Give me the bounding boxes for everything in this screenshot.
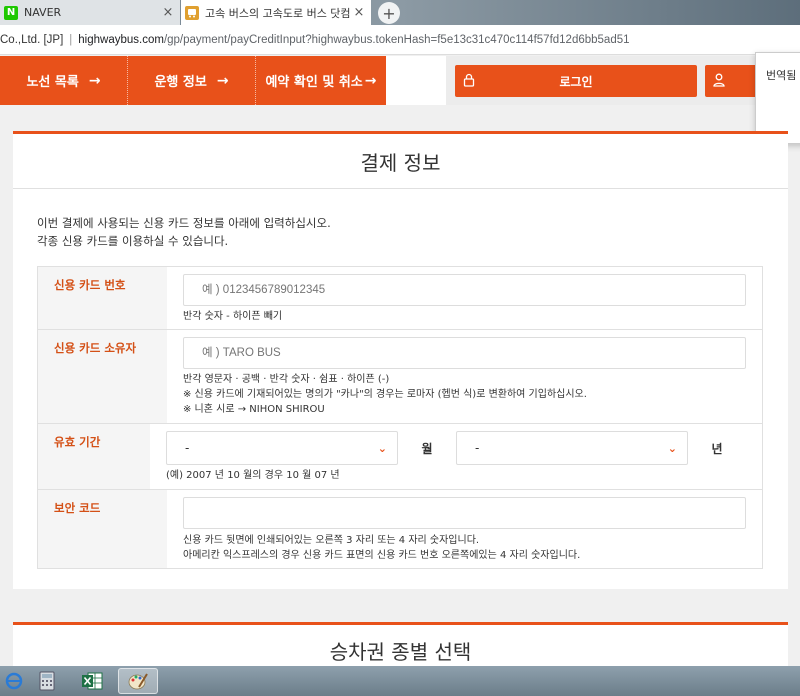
card-number-label: 신용 카드 번호: [38, 267, 167, 329]
calculator-icon[interactable]: [33, 668, 61, 694]
card-holder-example: ※ 니혼 시로 → NIHON SHIROU: [183, 404, 325, 415]
arrow-right-icon: →: [364, 72, 377, 89]
chevron-down-icon: ⌄: [377, 441, 387, 455]
security-code-amex-hint: 아메리칸 익스프레스의 경우 신용 카드 표면의 신용 카드 번호 오른쪽에있는…: [183, 550, 581, 561]
url-text[interactable]: highwaybus.com/gp/payment/payCreditInput…: [78, 34, 629, 46]
nav-label: 예약 확인 및 취소: [265, 75, 363, 90]
expiry-month-select[interactable]: - ⌄: [166, 431, 398, 465]
security-code-input[interactable]: [183, 497, 746, 529]
chevron-down-icon: ⌄: [667, 441, 677, 455]
url-path: /gp/payment/payCreditInput?highwaybus.to…: [163, 33, 630, 46]
card-number-input[interactable]: [183, 274, 746, 306]
nav-reservation-check[interactable]: 예약 확인 및 취소 →: [256, 56, 386, 105]
bus-favicon-icon: [185, 5, 199, 20]
intro-line: 각종 신용 카드를 이용하실 수 있습니다.: [37, 234, 229, 248]
payment-info-card: 결제 정보 이번 결제에 사용되는 신용 카드 정보를 아래에 입력하십시오. …: [13, 131, 788, 589]
user-icon: [713, 73, 725, 87]
expiry-month-value: -: [185, 441, 190, 455]
expiry-year-select[interactable]: - ⌄: [456, 431, 688, 465]
row-security-code: 보안 코드 신용 카드 뒷면에 인쇄되어있는 오른쪽 3 자리 또는 4 자리 …: [38, 490, 762, 568]
expiry-year-value: -: [475, 441, 480, 455]
row-card-holder: 신용 카드 소유자 반각 영문자 · 공백 · 반각 숫자 · 쉼표 · 하이픈…: [38, 330, 762, 424]
address-separator: |: [69, 33, 73, 46]
month-unit: 월: [421, 441, 433, 456]
login-button[interactable]: 로그인: [455, 65, 697, 97]
paint-icon[interactable]: [118, 668, 158, 694]
nav-service-info[interactable]: 운행 정보 →: [128, 56, 256, 105]
expiry-hint: (예) 2007 년 10 월의 경우 10 월 07 년: [166, 470, 340, 481]
credit-card-form: 신용 카드 번호 반각 숫자 - 하이픈 빼기 신용 카드 소유자 반각 영문자…: [37, 266, 763, 569]
intro-line: 이번 결제에 사용되는 신용 카드 정보를 아래에 입력하십시오.: [37, 216, 331, 230]
nav-label: 운행 정보: [154, 75, 207, 90]
tab-naver[interactable]: N NAVER ×: [0, 0, 180, 25]
arrow-right-icon: →: [88, 72, 101, 89]
translate-status: 번역됨: [766, 69, 797, 82]
close-tab-icon[interactable]: ×: [351, 5, 367, 20]
card-holder-input[interactable]: [183, 337, 746, 369]
browser-tab-bar: N NAVER × 고속 버스의 고속도로 버스 닷컴 × +: [0, 0, 800, 25]
nav-route-list[interactable]: 노선 목록 →: [0, 56, 128, 105]
tab-title: NAVER: [24, 6, 62, 19]
tab-title: 고속 버스의 고속도로 버스 닷컴: [205, 6, 351, 20]
nav-label: 노선 목록: [26, 75, 79, 90]
year-unit: 년: [711, 441, 723, 456]
lock-icon: [463, 73, 475, 87]
ie-icon[interactable]: [0, 668, 28, 694]
card-holder-hint: 반각 영문자 · 공백 · 반각 숫자 · 쉼표 · 하이픈 (-): [183, 374, 390, 385]
card-number-hint: 반각 숫자 - 하이픈 빼기: [183, 311, 283, 322]
main-menu: 노선 목록 → 운행 정보 → 예약 확인 및 취소 →: [0, 56, 386, 105]
expiry-label: 유효 기간: [38, 424, 150, 489]
security-code-label: 보안 코드: [38, 490, 167, 568]
url-host: highwaybus.com: [78, 33, 164, 46]
close-tab-icon[interactable]: ×: [160, 5, 176, 20]
naver-favicon-icon: N: [4, 5, 18, 20]
site-navigation: 노선 목록 → 운행 정보 → 예약 확인 및 취소 → 로그인: [0, 56, 800, 105]
windows-taskbar: [0, 666, 800, 696]
login-label: 로그인: [559, 74, 593, 89]
row-card-number: 신용 카드 번호 반각 숫자 - 하이픈 빼기: [38, 267, 762, 330]
tab-highwaybus[interactable]: 고속 버스의 고속도로 버스 닷컴 ×: [181, 0, 371, 25]
arrow-right-icon: →: [216, 72, 229, 89]
intro-text: 이번 결제에 사용되는 신용 카드 정보를 아래에 입력하십시오. 각종 신용 …: [37, 214, 331, 250]
card-holder-note: ※ 신용 카드에 기재되어있는 명의가 "카나"의 경우는 로마자 (헵번 식)…: [183, 389, 587, 400]
card-holder-label: 신용 카드 소유자: [38, 330, 167, 423]
site-identity[interactable]: Co.,Ltd. [JP]: [0, 34, 63, 46]
security-code-hint: 신용 카드 뒷면에 인쇄되어있는 오른쪽 3 자리 또는 4 자리 숫자입니다.: [183, 535, 480, 546]
row-expiry: 유효 기간 - ⌄ 월 - ⌄ 년 (예) 2007 년 10 월의 경우 10…: [38, 424, 762, 490]
address-bar[interactable]: Co.,Ltd. [JP] | highwaybus.com/gp/paymen…: [0, 25, 800, 55]
excel-icon[interactable]: [78, 668, 106, 694]
new-tab-button[interactable]: +: [378, 2, 400, 24]
page-title: 결제 정보: [13, 134, 788, 189]
